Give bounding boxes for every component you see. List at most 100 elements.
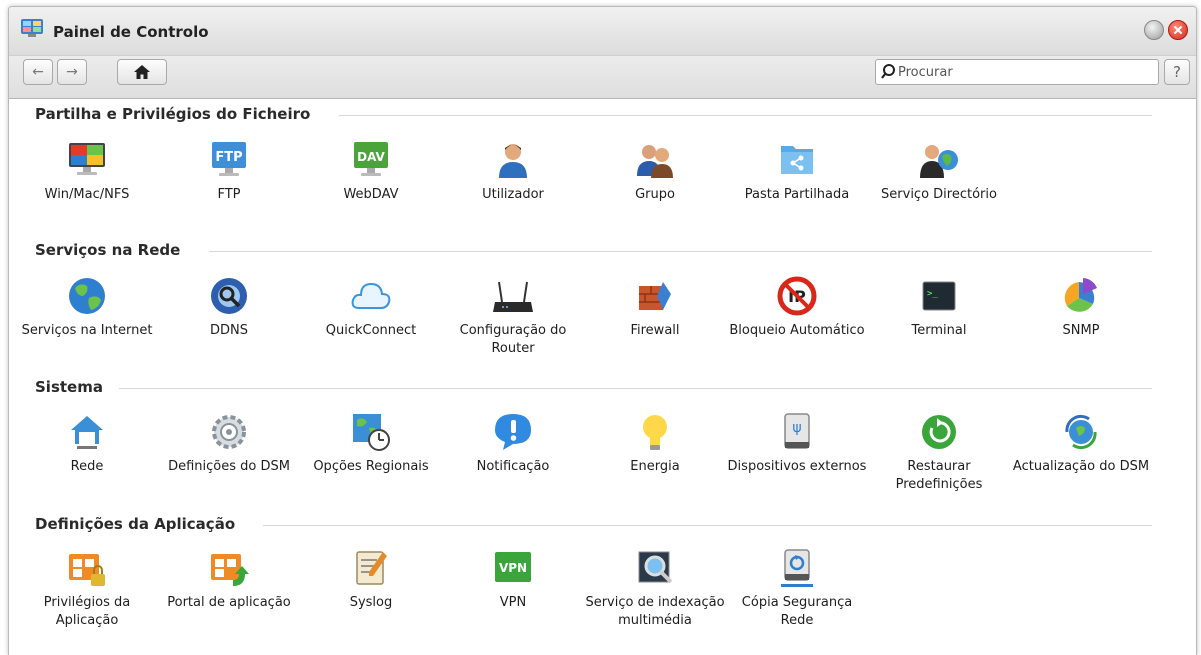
cloud-icon — [351, 282, 391, 309]
item-notificacao[interactable]: Notificação — [443, 410, 583, 476]
item-label: Win/Mac/NFS — [44, 187, 130, 202]
item-vpn[interactable]: VPN VPN — [443, 546, 583, 612]
vpn-icon: VPN — [495, 552, 531, 582]
ftp-icon: FTP — [212, 142, 246, 176]
item-webdav[interactable]: DAV WebDAV — [301, 138, 441, 204]
item-label: Restaurar Predefinições — [895, 459, 983, 492]
lightbulb-icon — [643, 415, 667, 450]
svg-text:>_: >_ — [927, 289, 938, 299]
search-box[interactable] — [875, 59, 1159, 85]
item-label: Notificação — [476, 459, 550, 474]
item-label: Bloqueio Automático — [729, 323, 865, 338]
item-label: Serviço de indexação multimédia — [585, 595, 725, 628]
search-input[interactable] — [898, 60, 1148, 84]
item-label: QuickConnect — [325, 323, 417, 338]
terminal-icon: >_ — [922, 281, 956, 311]
gear-icon — [212, 415, 246, 449]
window-title: Painel de Controlo — [53, 23, 209, 41]
item-label: Utilizador — [482, 187, 544, 202]
section-divider — [263, 525, 1152, 526]
router-icon — [493, 281, 533, 312]
item-servico-directorio[interactable]: Serviço Directório — [869, 138, 1009, 204]
block-icon: IP — [777, 276, 817, 316]
item-portal-aplicacao[interactable]: Portal de aplicação — [159, 546, 299, 612]
control-panel-content: Partilha e Privilégios do Ficheiro Win/M… — [9, 98, 1196, 655]
item-label: Energia — [630, 459, 680, 474]
item-grupo[interactable]: Grupo — [585, 138, 725, 204]
item-label: Syslog — [349, 595, 393, 610]
item-actualizacao-dsm[interactable]: Actualização do DSM — [1011, 410, 1151, 476]
back-button[interactable]: ← — [23, 59, 53, 85]
item-copia-seguranca-rede[interactable]: Cópia Segurança Rede — [727, 546, 867, 630]
item-configuracao-router[interactable]: Configuração do Router — [443, 274, 583, 358]
group-icon — [637, 145, 673, 178]
directory-service-icon — [920, 145, 958, 178]
item-ddns[interactable]: DDNS — [159, 274, 299, 340]
arrow-left-icon: ← — [32, 64, 44, 80]
map-clock-icon — [353, 414, 390, 451]
title-bar[interactable]: Painel de Controlo — [9, 7, 1196, 55]
item-label: Portal de aplicação — [167, 595, 291, 610]
item-label: Pasta Partilhada — [744, 187, 850, 202]
usb-drive-icon: ψ — [784, 413, 810, 449]
control-panel-icon — [21, 19, 43, 37]
item-opcoes-regionais[interactable]: Opções Regionais — [301, 410, 441, 476]
network-backup-icon — [781, 549, 813, 587]
item-ftp[interactable]: FTP FTP — [159, 138, 299, 204]
item-label: DDNS — [210, 323, 248, 338]
globe-icon — [69, 278, 105, 314]
home-button[interactable] — [117, 59, 167, 85]
item-restaurar-predefinicoes[interactable]: Restaurar Predefinições — [869, 410, 1009, 494]
item-dispositivos-externos[interactable]: ψ Dispositivos externos — [727, 410, 867, 476]
item-definicoes-dsm[interactable]: Definições do DSM — [159, 410, 299, 476]
svg-text:DAV: DAV — [357, 150, 385, 164]
restore-icon — [922, 415, 956, 449]
item-label: Terminal — [911, 323, 967, 338]
toolbar: ← → ? — [9, 55, 1196, 99]
item-snmp[interactable]: SNMP — [1011, 274, 1151, 340]
firewall-icon — [639, 282, 671, 310]
item-label: Firewall — [630, 323, 680, 338]
item-win-mac-nfs[interactable]: Win/Mac/NFS — [17, 138, 157, 204]
item-label: Serviço Directório — [881, 187, 997, 202]
app-lock-icon — [69, 554, 105, 586]
section-title-file-sharing: Partilha e Privilégios do Ficheiro — [35, 105, 311, 123]
item-servicos-internet[interactable]: Serviços na Internet — [17, 274, 157, 340]
svg-text:VPN: VPN — [499, 561, 527, 575]
app-portal-icon — [211, 554, 249, 586]
section-title-app-settings: Definições da Aplicação — [35, 515, 236, 533]
item-syslog[interactable]: Syslog — [301, 546, 441, 612]
minimize-button[interactable] — [1144, 20, 1164, 40]
item-rede[interactable]: Rede — [17, 410, 157, 476]
item-label: Opções Regionais — [313, 459, 429, 474]
svg-text:ψ: ψ — [792, 420, 801, 436]
help-button[interactable]: ? — [1164, 59, 1190, 85]
item-utilizador[interactable]: Utilizador — [443, 138, 583, 204]
section-title-system: Sistema — [35, 378, 103, 396]
item-label: Privilégios da Aplicação — [43, 595, 131, 628]
close-button[interactable] — [1168, 20, 1188, 40]
item-label: Definições do DSM — [168, 459, 290, 474]
update-icon — [1065, 414, 1097, 450]
item-terminal[interactable]: >_ Terminal — [869, 274, 1009, 340]
notification-icon — [495, 414, 531, 450]
item-label: VPN — [499, 595, 527, 610]
syslog-icon — [356, 551, 387, 585]
svg-text:FTP: FTP — [215, 150, 242, 165]
item-label: Cópia Segurança Rede — [741, 595, 853, 628]
item-quickconnect[interactable]: QuickConnect — [301, 274, 441, 340]
section-divider — [209, 251, 1152, 252]
forward-button[interactable]: → — [57, 59, 87, 85]
ddns-icon — [211, 278, 247, 314]
item-privilegios-aplicacao[interactable]: Privilégios da Aplicação — [17, 546, 157, 630]
item-bloqueio-automatico[interactable]: IP Bloqueio Automático — [727, 274, 867, 340]
search-icon — [881, 64, 895, 79]
media-index-icon — [638, 551, 673, 584]
item-servico-indexacao-multimedia[interactable]: Serviço de indexação multimédia — [585, 546, 725, 630]
item-energia[interactable]: Energia — [585, 410, 725, 476]
item-label: Grupo — [635, 187, 675, 202]
item-pasta-partilhada[interactable]: Pasta Partilhada — [727, 138, 867, 204]
arrow-right-icon: → — [66, 64, 78, 80]
item-firewall[interactable]: Firewall — [585, 274, 725, 340]
home-network-icon — [71, 416, 103, 449]
